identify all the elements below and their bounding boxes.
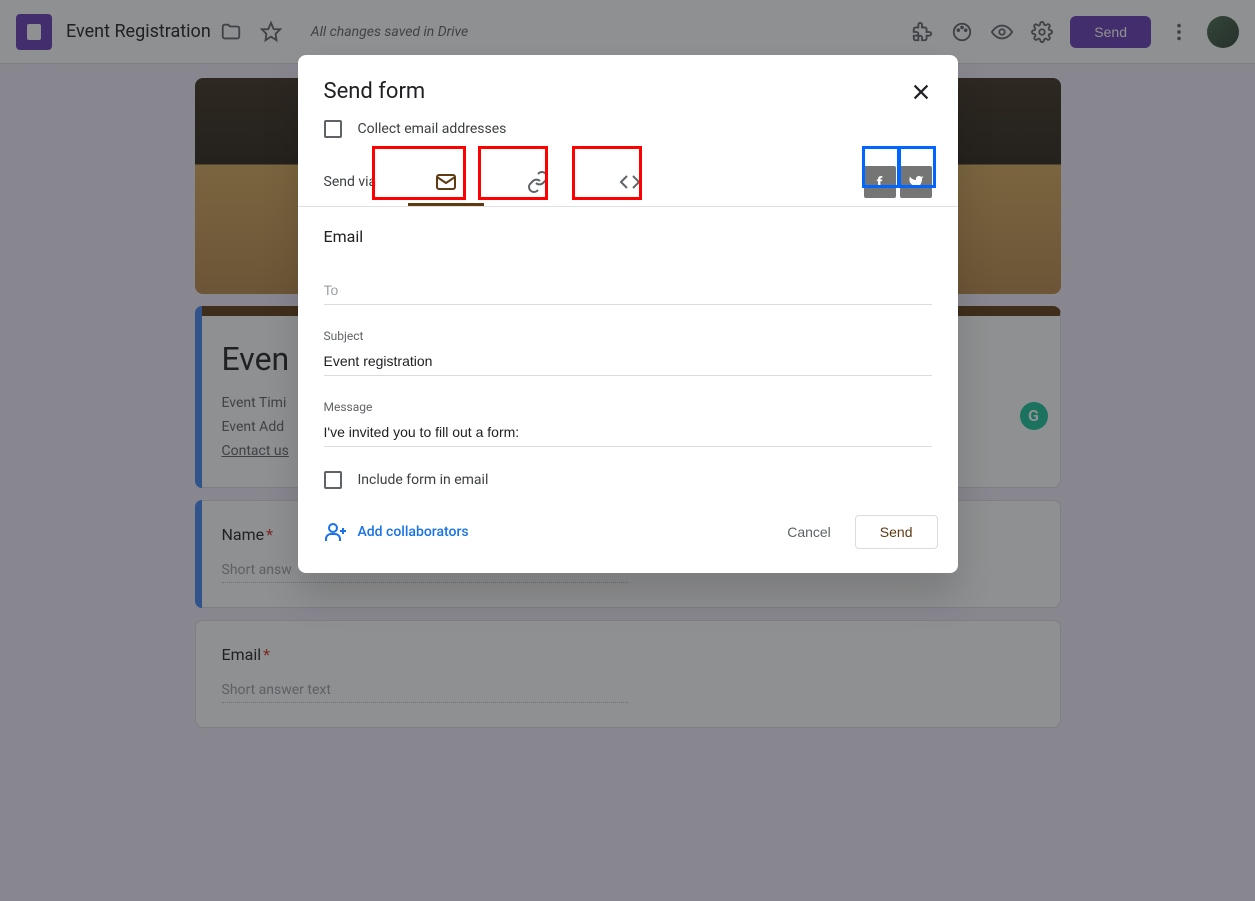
subject-label: Subject	[324, 329, 932, 343]
collect-emails-checkbox[interactable]	[324, 120, 342, 138]
subject-field[interactable]	[324, 347, 932, 376]
annotation-red-3	[572, 146, 642, 200]
send-via-label: Send via	[324, 174, 377, 190]
dialog-title: Send form	[324, 79, 426, 104]
include-form-checkbox[interactable]	[324, 471, 342, 489]
close-icon[interactable]	[910, 81, 932, 103]
include-form-row[interactable]: Include form in email	[324, 471, 932, 489]
modal-overlay: Send form Collect email addresses Send v…	[0, 0, 1255, 901]
cancel-button[interactable]: Cancel	[771, 516, 847, 548]
annotation-red-1	[372, 146, 466, 200]
annotation-blue-2	[898, 146, 936, 188]
collect-emails-row[interactable]: Collect email addresses	[324, 120, 932, 138]
annotation-red-2	[478, 146, 548, 200]
to-field[interactable]	[324, 276, 932, 305]
person-add-icon	[324, 520, 348, 544]
email-section-heading: Email	[324, 227, 932, 246]
annotation-blue-1	[862, 146, 900, 188]
send-via-tabs: Send via f	[298, 146, 958, 207]
add-collaborators-button[interactable]: Add collaborators	[324, 520, 469, 544]
include-form-label: Include form in email	[358, 472, 489, 488]
send-form-dialog: Send form Collect email addresses Send v…	[298, 55, 958, 573]
dialog-send-button[interactable]: Send	[855, 515, 938, 549]
message-label: Message	[324, 400, 932, 414]
message-field[interactable]	[324, 418, 932, 447]
collect-emails-label: Collect email addresses	[358, 121, 507, 137]
